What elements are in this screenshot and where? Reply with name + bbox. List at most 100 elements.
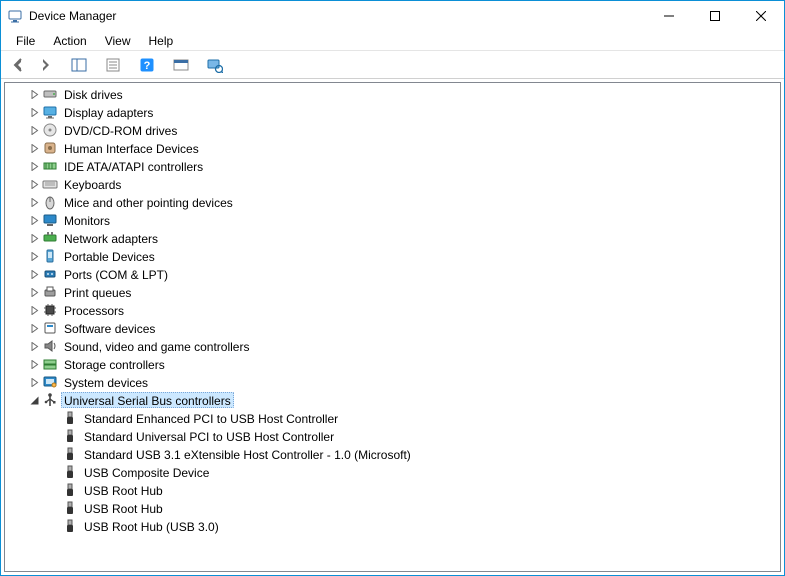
keyboard-icon	[42, 176, 58, 192]
maximize-button[interactable]	[692, 1, 738, 31]
tree-item[interactable]: System devices	[25, 373, 780, 391]
tree-item-label: Network adapters	[61, 230, 161, 246]
show-hide-console-tree-button[interactable]	[67, 54, 91, 76]
device-tree-scroll[interactable]: Disk drives Display adaptersDVD/CD-ROM dr…	[4, 82, 781, 572]
close-button[interactable]	[738, 1, 784, 31]
device-tree: Disk drives Display adaptersDVD/CD-ROM dr…	[7, 85, 780, 535]
tree-item-label: Print queues	[61, 284, 134, 300]
tree-item-label: Ports (COM & LPT)	[61, 266, 171, 282]
tree-item[interactable]: Standard Universal PCI to USB Host Contr…	[45, 427, 780, 445]
tree-item[interactable]: USB Root Hub	[45, 499, 780, 517]
tree-item[interactable]: Software devices	[25, 319, 780, 337]
tree-item-label: Universal Serial Bus controllers	[61, 392, 234, 408]
properties-button[interactable]	[101, 54, 125, 76]
processor-icon	[42, 302, 58, 318]
tree-item[interactable]: Processors	[25, 301, 780, 319]
tree-item-label: Standard Universal PCI to USB Host Contr…	[81, 428, 337, 444]
menu-file[interactable]: File	[9, 33, 42, 49]
expand-icon[interactable]	[27, 231, 41, 245]
action-button[interactable]	[169, 54, 193, 76]
expand-icon[interactable]	[27, 105, 41, 119]
tree-item[interactable]: USB Root Hub	[45, 481, 780, 499]
expand-icon[interactable]	[27, 141, 41, 155]
tree-item-label: USB Composite Device	[81, 464, 212, 480]
sound-icon	[42, 338, 58, 354]
tree-item[interactable]: Display adapters	[25, 103, 780, 121]
scan-hardware-button[interactable]	[203, 54, 227, 76]
software-device-icon	[42, 320, 58, 336]
tree-item-label: Monitors	[61, 212, 113, 228]
expand-icon[interactable]	[27, 357, 41, 371]
usb-device-icon	[62, 410, 78, 426]
hid-icon	[42, 140, 58, 156]
help-button[interactable]	[135, 54, 159, 76]
tree-item[interactable]: DVD/CD-ROM drives	[25, 121, 780, 139]
tree-item-label: IDE ATA/ATAPI controllers	[61, 158, 206, 174]
tree-item[interactable]: Standard Enhanced PCI to USB Host Contro…	[45, 409, 780, 427]
expand-icon[interactable]	[27, 339, 41, 353]
expand-icon[interactable]	[27, 321, 41, 335]
tree-item-label: Human Interface Devices	[61, 140, 202, 156]
content-area: Disk drives Display adaptersDVD/CD-ROM dr…	[1, 79, 784, 575]
tree-item[interactable]: Print queues	[25, 283, 780, 301]
tree-item[interactable]: Ports (COM & LPT)	[25, 265, 780, 283]
system-device-icon	[42, 374, 58, 390]
tree-item[interactable]: Storage controllers	[25, 355, 780, 373]
tree-item-label: Sound, video and game controllers	[61, 338, 252, 354]
tree-item-label: Display adapters	[61, 104, 156, 120]
tree-item-label: Disk drives	[61, 86, 126, 102]
window-title: Device Manager	[29, 9, 116, 23]
tree-item[interactable]: Monitors	[25, 211, 780, 229]
forward-button[interactable]	[33, 54, 57, 76]
usb-device-icon	[62, 500, 78, 516]
tree-item[interactable]: IDE ATA/ATAPI controllers	[25, 157, 780, 175]
tree-item[interactable]: USB Root Hub (USB 3.0)	[45, 517, 780, 535]
minimize-button[interactable]	[646, 1, 692, 31]
expand-icon[interactable]	[27, 123, 41, 137]
display-adapter-icon	[42, 104, 58, 120]
expand-icon[interactable]	[27, 159, 41, 173]
optical-drive-icon	[42, 122, 58, 138]
tree-item-label: USB Root Hub (USB 3.0)	[81, 518, 222, 534]
device-manager-window: Device Manager File Action View Help	[0, 0, 785, 576]
tree-item[interactable]: Network adapters	[25, 229, 780, 247]
storage-controller-icon	[42, 356, 58, 372]
menu-action[interactable]: Action	[46, 33, 93, 49]
network-adapter-icon	[42, 230, 58, 246]
tree-item[interactable]: Universal Serial Bus controllers	[25, 391, 780, 409]
tree-item-label: Storage controllers	[61, 356, 168, 372]
tree-item[interactable]: Mice and other pointing devices	[25, 193, 780, 211]
menubar: File Action View Help	[1, 31, 784, 51]
expand-icon[interactable]	[27, 195, 41, 209]
tree-item[interactable]: Sound, video and game controllers	[25, 337, 780, 355]
tree-item-label: USB Root Hub	[81, 500, 166, 516]
tree-item[interactable]: Standard USB 3.1 eXtensible Host Control…	[45, 445, 780, 463]
expand-icon[interactable]	[27, 87, 41, 101]
expand-icon[interactable]	[27, 285, 41, 299]
tree-item[interactable]: Disk drives	[25, 85, 780, 103]
menu-help[interactable]: Help	[142, 33, 181, 49]
tree-item[interactable]: Portable Devices	[25, 247, 780, 265]
expand-icon[interactable]	[27, 177, 41, 191]
expand-icon[interactable]	[27, 213, 41, 227]
tree-item[interactable]: Keyboards	[25, 175, 780, 193]
expand-icon[interactable]	[27, 267, 41, 281]
usb-device-icon	[62, 446, 78, 462]
usb-controller-icon	[42, 392, 58, 408]
menu-view[interactable]: View	[98, 33, 138, 49]
printer-icon	[42, 284, 58, 300]
tree-item-label: Mice and other pointing devices	[61, 194, 236, 210]
mouse-icon	[42, 194, 58, 210]
tree-item[interactable]: Human Interface Devices	[25, 139, 780, 157]
usb-device-icon	[62, 518, 78, 534]
tree-item-label: Keyboards	[61, 176, 124, 192]
collapse-icon[interactable]	[27, 393, 41, 407]
tree-item-label: Portable Devices	[61, 248, 158, 264]
back-button[interactable]	[7, 54, 31, 76]
tree-item-label: System devices	[61, 374, 151, 390]
usb-device-icon	[62, 482, 78, 498]
expand-icon[interactable]	[27, 249, 41, 263]
expand-icon[interactable]	[27, 375, 41, 389]
expand-icon[interactable]	[27, 303, 41, 317]
tree-item[interactable]: USB Composite Device	[45, 463, 780, 481]
